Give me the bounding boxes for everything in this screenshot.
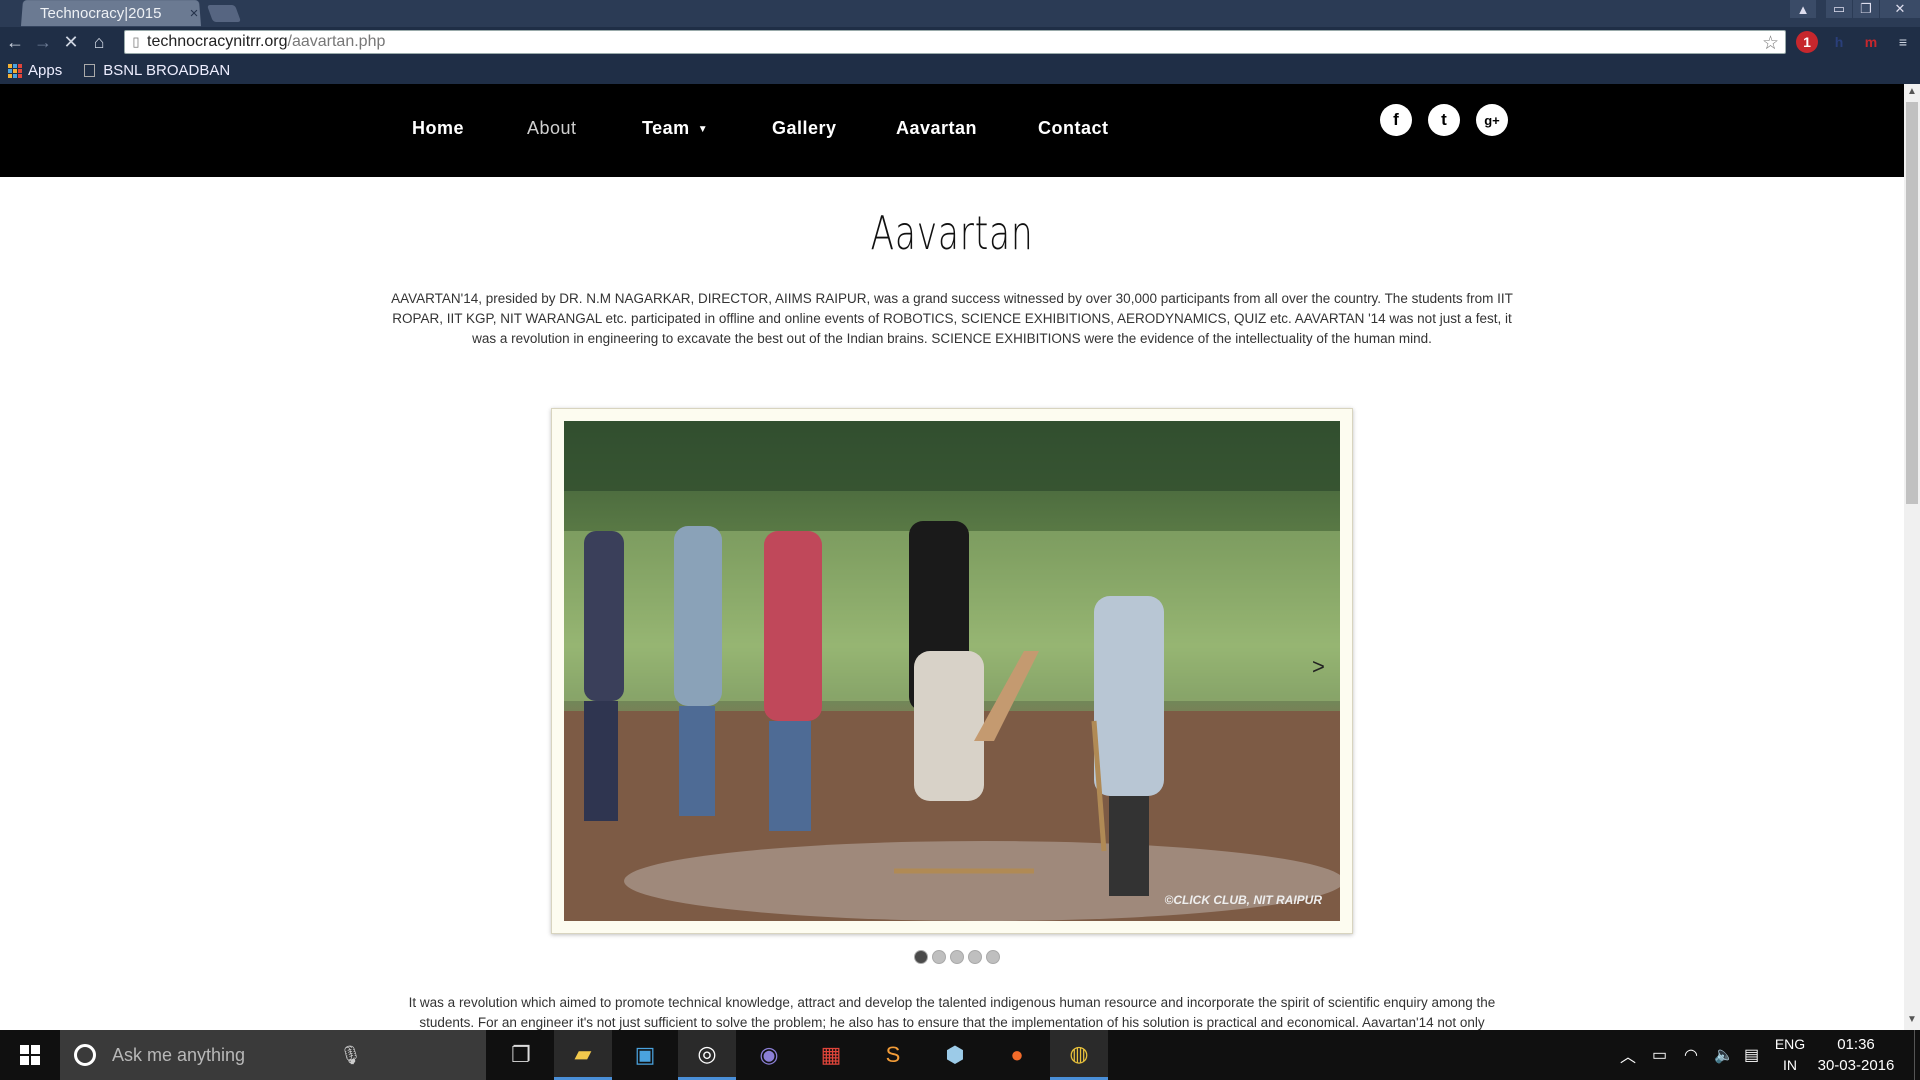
store-icon[interactable]: ▦ <box>802 1030 860 1080</box>
screen: Technocracy|2015 × ▲ ▭ ❐ ✕ ← → ✕ ⌂ ▯ tec… <box>0 0 1920 1080</box>
firefox-icon[interactable]: ● <box>988 1030 1046 1080</box>
slider-dot-4[interactable] <box>968 950 982 964</box>
chrome-icon[interactable]: ◍ <box>1050 1030 1108 1080</box>
slider-dot-5[interactable] <box>986 950 1000 964</box>
windows-taskbar: Ask me anything 🎙 ❐ ▰ ▣ ◎ ◉ ▦ S ⬢ ● ◍ ︿ … <box>0 1030 1920 1080</box>
url-path: /aavartan.php <box>287 33 386 50</box>
bookmark-star-icon[interactable]: ☆ <box>1762 32 1779 55</box>
minimize-button[interactable]: ▭ <box>1826 0 1852 18</box>
forward-icon[interactable]: → <box>30 29 56 55</box>
facebook-icon[interactable]: f <box>1380 104 1412 136</box>
extension-m-icon[interactable]: m <box>1860 31 1882 53</box>
user-icon[interactable]: ▲ <box>1790 0 1816 18</box>
close-window-button[interactable]: ✕ <box>1880 0 1920 18</box>
microphone-icon[interactable]: 🎙 <box>339 1045 362 1066</box>
extension-adblock-icon[interactable]: 1 <box>1796 31 1818 53</box>
new-tab-button[interactable] <box>206 5 242 22</box>
nav-contact[interactable]: Contact <box>1038 118 1109 139</box>
bookmark-bsnl[interactable]: BSNL BROADBAN <box>70 62 230 79</box>
lang-line-2: IN <box>1783 1057 1797 1073</box>
media-player-icon[interactable]: ◎ <box>678 1030 736 1080</box>
browser-tabstrip: Technocracy|2015 × ▲ ▭ ❐ ✕ <box>0 0 1920 27</box>
menu-icon[interactable]: ≡ <box>1892 31 1914 53</box>
action-center-icon[interactable]: ▤ <box>1744 1030 1759 1080</box>
google-plus-icon[interactable]: g+ <box>1476 104 1508 136</box>
address-bar[interactable]: ▯ technocracynitrr.org/aavartan.php ☆ <box>124 30 1786 54</box>
caret-down-icon: ▼ <box>697 123 709 135</box>
windows-logo-icon <box>20 1045 40 1065</box>
clock[interactable]: 01:36 30-03-2016 <box>1806 1034 1906 1076</box>
tab-title: Technocracy|2015 <box>40 4 162 22</box>
slider-dot-1[interactable] <box>914 950 928 964</box>
twitter-icon[interactable]: t <box>1428 104 1460 136</box>
show-desktop-button[interactable] <box>1914 1030 1920 1080</box>
extension-h-icon[interactable]: h <box>1828 31 1850 53</box>
rocket-launch-photo <box>564 421 1340 921</box>
tab-close-icon[interactable]: × <box>184 5 204 22</box>
slider-pagination <box>914 950 1000 964</box>
outlook-icon[interactable]: ▣ <box>616 1030 674 1080</box>
url-host: technocracynitrr.org <box>147 33 288 50</box>
cortana-icon <box>74 1044 96 1066</box>
page-icon <box>84 64 96 77</box>
page-title: Aavartan <box>870 206 1034 260</box>
nav-team[interactable]: Team ▼ <box>642 118 708 139</box>
nav-aavartan[interactable]: Aavartan <box>896 118 977 139</box>
eclipse-icon[interactable]: ◉ <box>740 1030 798 1080</box>
show-hidden-icons[interactable]: ︿ <box>1620 1030 1636 1080</box>
slider-dot-3[interactable] <box>950 950 964 964</box>
task-view-icon[interactable]: ❐ <box>492 1030 550 1080</box>
image-slider: ©CLICK CLUB, NIT RAIPUR > <box>551 408 1353 934</box>
back-icon[interactable]: ← <box>2 29 28 55</box>
bookmarks-bar: Apps BSNL BROADBAN <box>0 57 1920 84</box>
browser-tab[interactable]: Technocracy|2015 × <box>26 0 204 26</box>
browser-toolbar: ← → ✕ ⌂ ▯ technocracynitrr.org/aavartan.… <box>0 27 1920 57</box>
apps-bookmark[interactable]: Apps <box>8 62 62 79</box>
extension-badge: 1 <box>1803 34 1811 50</box>
lang-line-1: ENG <box>1774 1036 1806 1052</box>
photo-credit: ©CLICK CLUB, NIT RAIPUR <box>1164 893 1323 907</box>
clock-date: 30-03-2016 <box>1817 1057 1895 1074</box>
start-button[interactable] <box>0 1030 60 1080</box>
page-viewport: Home About Team ▼ Gallery Aavartan Contac… <box>0 84 1904 1030</box>
slide-photo: ©CLICK CLUB, NIT RAIPUR <box>564 421 1340 921</box>
page-scrollbar[interactable]: ▲ ▼ <box>1904 84 1920 1030</box>
apps-grid-icon <box>8 63 22 78</box>
slider-next-button[interactable]: > <box>1312 654 1325 680</box>
scroll-down-icon[interactable]: ▼ <box>1904 1014 1920 1028</box>
battery-icon[interactable]: ▭ <box>1652 1030 1667 1080</box>
bookmark-label: BSNL BROADBAN <box>103 62 231 79</box>
clock-time: 01:36 <box>1837 1036 1875 1053</box>
language-indicator[interactable]: ENG IN <box>1770 1034 1810 1076</box>
volume-icon[interactable]: 🔈 <box>1714 1030 1734 1080</box>
intro-paragraph: AAVARTAN'14, presided by DR. N.M NAGARKA… <box>391 291 1513 346</box>
nav-gallery[interactable]: Gallery <box>772 118 837 139</box>
search-placeholder: Ask me anything <box>112 1044 246 1065</box>
stop-icon[interactable]: ✕ <box>58 29 84 55</box>
cortana-search-box[interactable]: Ask me anything 🎙 <box>60 1030 486 1080</box>
page-icon: ▯ <box>132 34 140 49</box>
nav-team-label: Team <box>642 118 690 138</box>
home-icon[interactable]: ⌂ <box>86 29 112 55</box>
restore-button[interactable]: ❐ <box>1853 0 1879 18</box>
virtualbox-icon[interactable]: ⬢ <box>926 1030 984 1080</box>
scroll-up-icon[interactable]: ▲ <box>1904 86 1920 100</box>
slider-dot-2[interactable] <box>932 950 946 964</box>
file-explorer-icon[interactable]: ▰ <box>554 1030 612 1080</box>
site-navbar: Home About Team ▼ Gallery Aavartan Contac… <box>0 84 1904 177</box>
nav-about[interactable]: About <box>527 118 577 139</box>
second-paragraph: It was a revolution which aimed to promo… <box>408 995 1496 1030</box>
nav-home[interactable]: Home <box>412 118 464 139</box>
sublime-text-icon[interactable]: S <box>864 1030 922 1080</box>
apps-label: Apps <box>28 62 63 79</box>
scroll-thumb[interactable] <box>1906 102 1918 504</box>
wifi-icon[interactable]: ◠ <box>1684 1030 1698 1080</box>
